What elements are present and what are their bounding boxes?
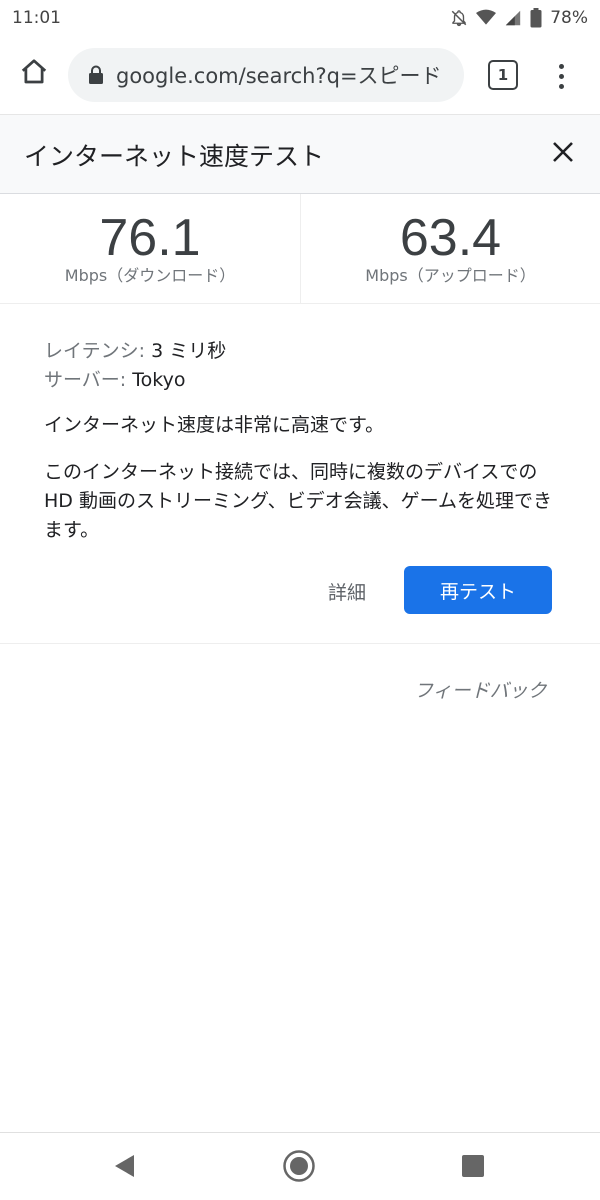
battery-percent: 78% (550, 8, 588, 28)
latency-key: レイテンシ: (44, 340, 146, 362)
home-circle-icon[interactable] (282, 1149, 316, 1187)
feedback-link[interactable]: フィードバック (414, 676, 547, 703)
home-button[interactable] (16, 56, 52, 92)
upload-label: Mbps（アップロード） (365, 266, 536, 285)
lock-icon (88, 65, 104, 85)
speed-info: レイテンシ: 3 ミリ秒 サーバー: Tokyo インターネット速度は非常に高速… (0, 304, 600, 644)
battery-icon (530, 8, 542, 28)
upload-value: 63.4 (399, 209, 502, 267)
upload-result: 63.4 Mbps（アップロード） (300, 194, 600, 304)
latency-value: 3 ミリ秒 (145, 340, 227, 362)
speedtest-header: インターネット速度テスト (0, 114, 600, 194)
details-link[interactable]: 詳細 (328, 578, 366, 605)
latency-line: レイテンシ: 3 ミリ秒 (44, 336, 226, 363)
server-value: Tokyo (126, 369, 186, 391)
server-key: サーバー: (44, 369, 127, 391)
tab-switcher-button[interactable]: 1 (488, 60, 518, 90)
wifi-icon (476, 9, 497, 27)
notifications-off-icon (450, 9, 468, 27)
download-label: Mbps（ダウンロード） (64, 266, 236, 285)
close-button[interactable] (548, 139, 578, 169)
signal-icon (504, 9, 522, 27)
system-nav-bar (0, 1132, 600, 1200)
more-vert-icon[interactable] (548, 58, 574, 94)
server-line: サーバー: Tokyo (44, 365, 185, 392)
home-icon (19, 57, 49, 91)
speed-results: 76.1 Mbps（ダウンロード） 63.4 Mbps（アップロード） (0, 194, 600, 304)
status-icons: 78% (450, 8, 588, 28)
page-title: インターネット速度テスト (24, 142, 325, 171)
speed-summary: インターネット速度は非常に高速です。 (44, 414, 385, 436)
retest-button[interactable]: 再テスト (404, 566, 552, 614)
status-bar: 11:01 78% (0, 0, 600, 36)
download-value: 76.1 (99, 209, 201, 267)
speed-description: このインターネット接続では、同時に複数のデバイスでの HD 動画のストリーミング… (44, 461, 553, 541)
back-icon[interactable] (112, 1153, 136, 1183)
close-icon (552, 141, 574, 167)
status-time: 11:01 (12, 8, 61, 28)
url-text: google.com/search?q=スピード (116, 64, 442, 88)
browser-toolbar: google.com/search?q=スピード 1 (0, 36, 600, 114)
recent-apps-icon[interactable] (462, 1155, 484, 1181)
download-result: 76.1 Mbps（ダウンロード） (0, 194, 300, 304)
url-bar[interactable]: google.com/search?q=スピード (68, 48, 464, 102)
